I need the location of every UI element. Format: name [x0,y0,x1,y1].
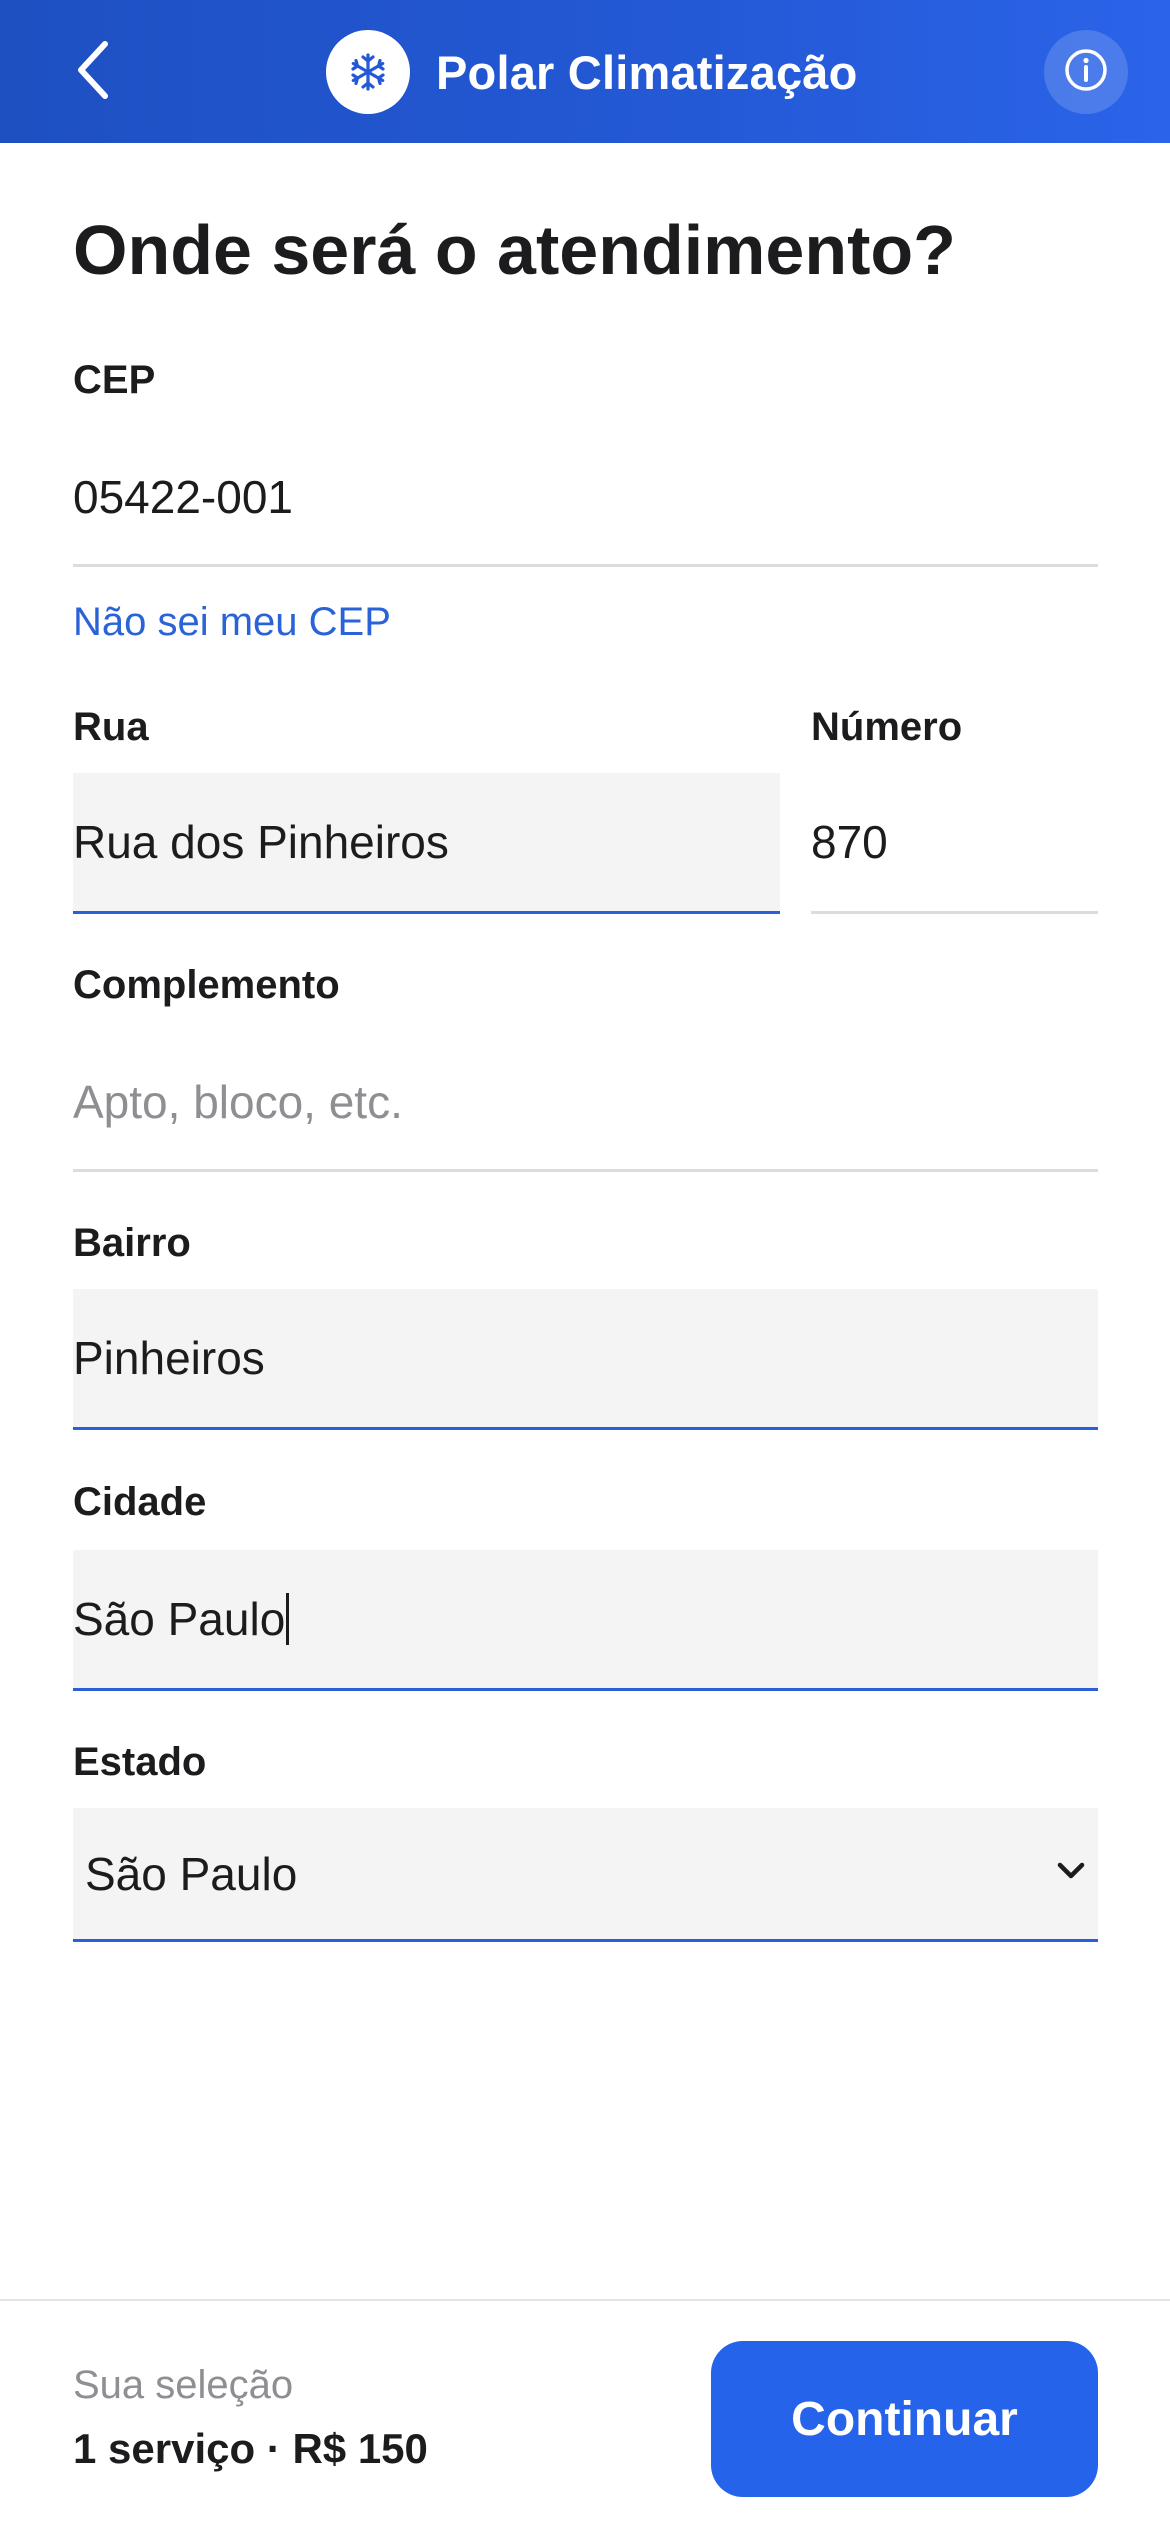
cep-input[interactable]: 05422-001 [73,430,1098,567]
numero-label: Número [811,705,963,749]
estado-select[interactable]: São Paulo [73,1808,1098,1942]
continue-button[interactable]: Continuar [711,2341,1098,2497]
back-button[interactable] [58,32,128,112]
estado-selected-value: São Paulo [85,1847,298,1900]
complemento-placeholder: Apto, bloco, etc. [73,1075,403,1128]
app-header: Polar Climatização [0,0,1170,143]
footer-bar: Sua seleção 1 serviço · R$ 150 Continuar [0,2299,1170,2534]
numero-value: 870 [811,816,888,868]
cidade-value: São Paulo [73,1593,286,1645]
estado-label: Estado [73,1740,207,1784]
cep-value: 05422-001 [73,471,293,523]
page-title: Onde será o atendimento? [73,211,956,289]
brand: Polar Climatização [326,30,858,114]
complemento-input[interactable]: Apto, bloco, etc. [73,1034,1098,1172]
bairro-label: Bairro [73,1221,191,1265]
text-cursor [286,1593,290,1645]
complemento-label: Complemento [73,963,340,1007]
cidade-input[interactable]: São Paulo [73,1550,1098,1691]
info-button[interactable] [1044,30,1128,114]
info-icon [1063,47,1109,98]
chevron-down-icon [1054,1860,1088,1887]
bairro-input[interactable]: Pinheiros [73,1289,1098,1430]
numero-input[interactable]: 870 [811,773,1098,914]
cep-label: CEP [73,358,156,402]
bairro-value: Pinheiros [73,1332,265,1384]
rua-label: Rua [73,705,149,749]
cidade-label: Cidade [73,1480,207,1524]
rua-value: Rua dos Pinheiros [73,816,449,868]
selection-summary: 1 serviço · R$ 150 [73,2425,428,2472]
cep-help-link[interactable]: Não sei meu CEP [73,600,391,645]
rua-input[interactable]: Rua dos Pinheiros [73,773,780,914]
chevron-left-icon [73,38,113,107]
selection-label: Sua seleção [73,2363,294,2407]
app-title: Polar Climatização [436,45,858,99]
snowflake-icon [326,30,410,114]
